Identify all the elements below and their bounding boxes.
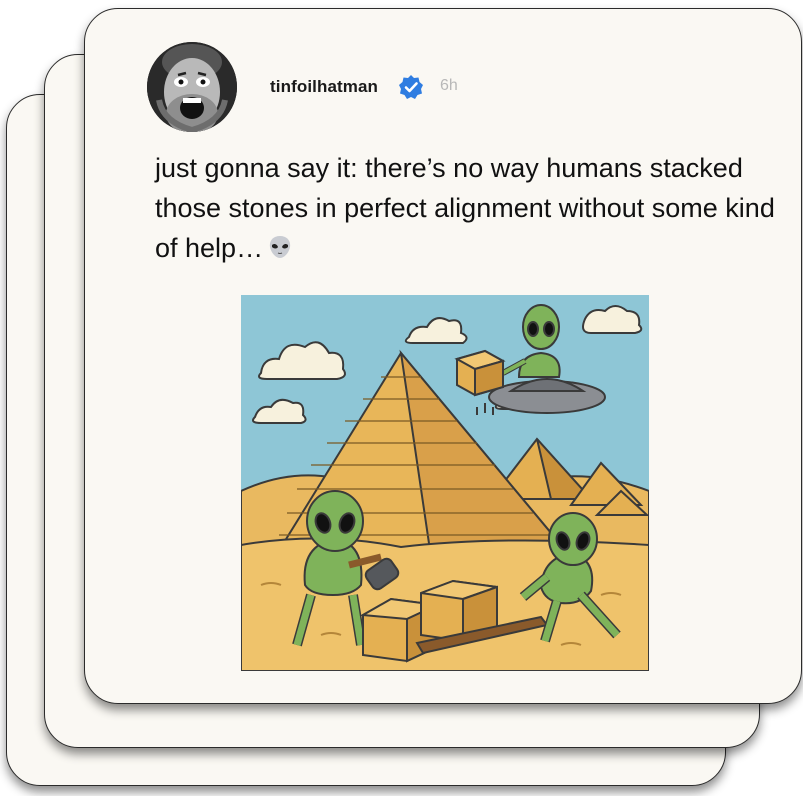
- post-card[interactable]: tinfoilhatman 6h just gonna say it: ther…: [84, 8, 802, 704]
- avatar-photo: [147, 42, 237, 132]
- avatar[interactable]: [147, 42, 237, 132]
- verified-badge-icon: [399, 75, 423, 99]
- post-text-body: just gonna say it: there’s no way humans…: [155, 153, 775, 263]
- post-timestamp: 6h: [440, 77, 458, 94]
- username[interactable]: tinfoilhatman: [270, 77, 378, 97]
- illustration-aliens-building-pyramids: [241, 295, 649, 671]
- post-image[interactable]: [241, 295, 649, 671]
- post-text: just gonna say it: there’s no way humans…: [155, 148, 775, 268]
- alien-face-icon: [269, 236, 291, 258]
